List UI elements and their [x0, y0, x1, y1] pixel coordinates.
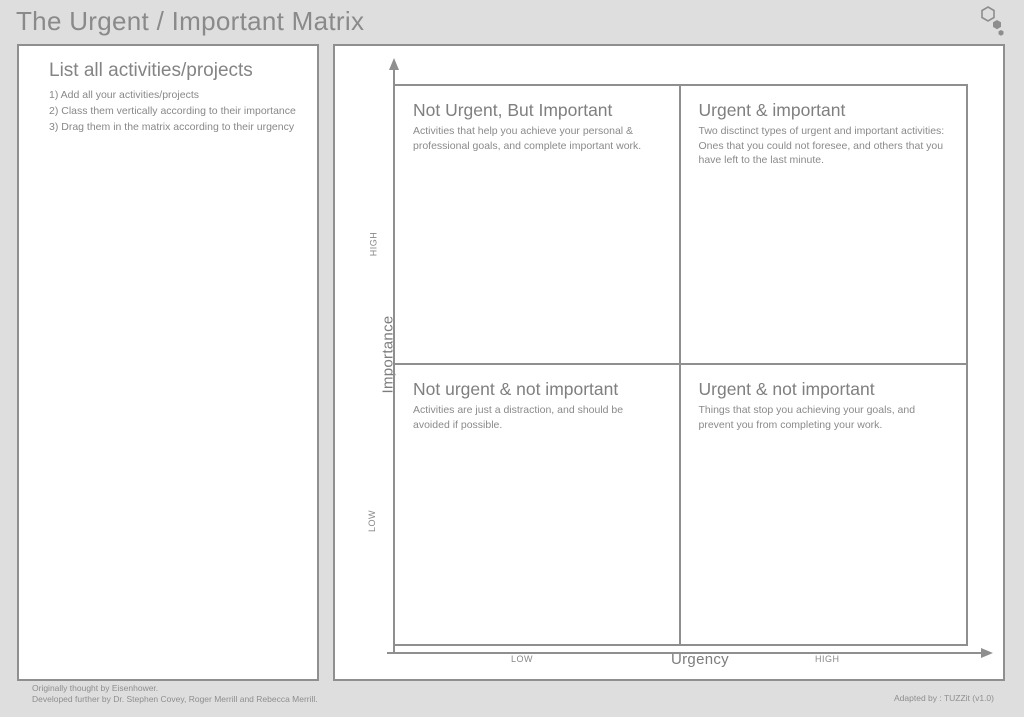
- credit-line: Developed further by Dr. Stephen Covey, …: [32, 694, 318, 705]
- y-axis-low: LOW: [367, 510, 377, 532]
- instruction-step: 3) Drag them in the matrix according to …: [49, 120, 297, 136]
- instruction-step: 2) Class them vertically according to th…: [49, 104, 297, 120]
- x-axis-high: HIGH: [815, 654, 840, 664]
- x-axis-low: LOW: [511, 654, 533, 664]
- quadrant-title: Urgent & not important: [699, 379, 949, 400]
- instruction-step: 1) Add all your activities/projects: [49, 88, 297, 104]
- quadrant-not-urgent-important[interactable]: Not Urgent, But Important Activities tha…: [395, 86, 681, 365]
- quadrant-urgent-important[interactable]: Urgent & important Two disctinct types o…: [681, 86, 967, 365]
- quadrant-title: Urgent & important: [699, 100, 949, 121]
- footer-credits: Originally thought by Eisenhower. Develo…: [32, 683, 318, 705]
- credit-line: Originally thought by Eisenhower.: [32, 683, 318, 694]
- page-title: The Urgent / Important Matrix: [16, 6, 364, 37]
- logo-hexagons-icon: [970, 6, 1006, 40]
- quadrant-title: Not urgent & not important: [413, 379, 661, 400]
- quadrant-title: Not Urgent, But Important: [413, 100, 661, 121]
- activities-heading: List all activities/projects: [49, 60, 297, 82]
- quadrant-not-urgent-not-important[interactable]: Not urgent & not important Activities ar…: [395, 365, 681, 644]
- quadrant-desc: Activities are just a distraction, and s…: [413, 403, 661, 432]
- instructions-list: 1) Add all your activities/projects 2) C…: [49, 88, 297, 135]
- matrix-panel: Importance Urgency HIGH LOW LOW HIGH Not…: [333, 44, 1005, 681]
- quadrant-desc: Activities that help you achieve your pe…: [413, 124, 661, 153]
- quadrant-desc: Two disctinct types of urgent and import…: [699, 124, 949, 168]
- footer-adapted-by: Adapted by : TUZZit (v1.0): [894, 693, 994, 703]
- matrix-grid: Not Urgent, But Important Activities tha…: [393, 84, 968, 646]
- quadrant-urgent-not-important[interactable]: Urgent & not important Things that stop …: [681, 365, 967, 644]
- activities-panel[interactable]: List all activities/projects 1) Add all …: [17, 44, 319, 681]
- x-axis-label: Urgency: [671, 651, 729, 668]
- quadrant-desc: Things that stop you achieving your goal…: [699, 403, 949, 432]
- y-axis-high: HIGH: [368, 232, 378, 257]
